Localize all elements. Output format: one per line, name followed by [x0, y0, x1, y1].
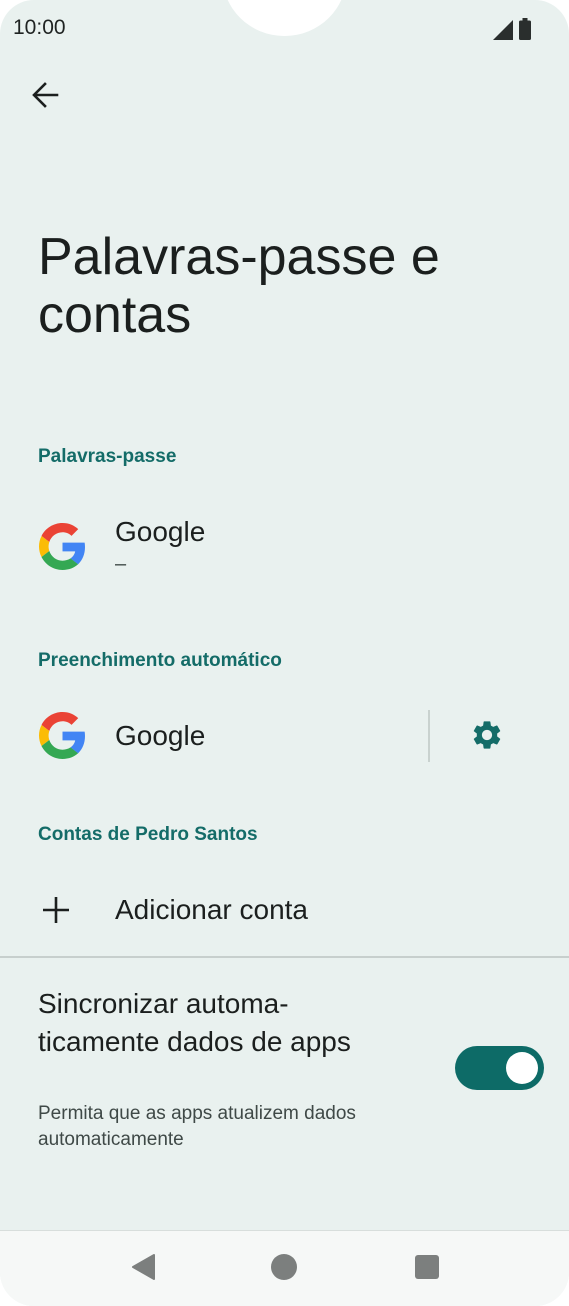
arrow-left-icon [31, 81, 59, 114]
auto-sync-title: Sincronizar automa­ticamente dados de ap… [38, 988, 351, 1057]
nav-home-button[interactable] [266, 1251, 302, 1287]
back-triangle-icon [130, 1253, 156, 1286]
autofill-service-title: Google [115, 720, 206, 751]
battery-icon [519, 18, 531, 45]
system-nav-bar [0, 1230, 569, 1306]
row-divider [428, 710, 430, 762]
section-header-autofill: Preenchimento automático [38, 650, 282, 671]
gear-icon [470, 718, 504, 757]
back-button[interactable] [24, 76, 66, 118]
home-circle-icon [270, 1253, 298, 1286]
nav-back-button[interactable] [125, 1251, 161, 1287]
recents-square-icon [414, 1254, 440, 1285]
autofill-settings-button[interactable] [466, 716, 508, 758]
auto-sync-subtitle: Permita que as apps atualizem dados auto… [38, 1103, 356, 1150]
section-header-passwords: Palavras-passe [38, 446, 177, 467]
section-header-accounts: Contas de Pedro Santos [38, 824, 258, 845]
nav-recents-button[interactable] [409, 1251, 445, 1287]
toggle-knob [506, 1052, 538, 1084]
plus-icon [40, 894, 72, 926]
screen: 10:00 Palavras-passe e contas Palavras-p… [0, 0, 569, 1306]
google-logo-icon [39, 523, 86, 570]
status-icons [493, 18, 531, 45]
add-account-label: Adicionar conta [115, 894, 309, 925]
status-time: 10:00 [13, 16, 66, 39]
auto-sync-toggle[interactable] [455, 1046, 544, 1090]
signal-icon [493, 20, 513, 45]
page-title: Palavras-passe e contas [38, 228, 440, 344]
password-manager-subtitle: – [115, 553, 127, 575]
password-manager-title: Google [115, 516, 206, 547]
google-logo-icon [39, 712, 86, 759]
camera-notch [222, 0, 347, 36]
section-divider [0, 956, 569, 958]
